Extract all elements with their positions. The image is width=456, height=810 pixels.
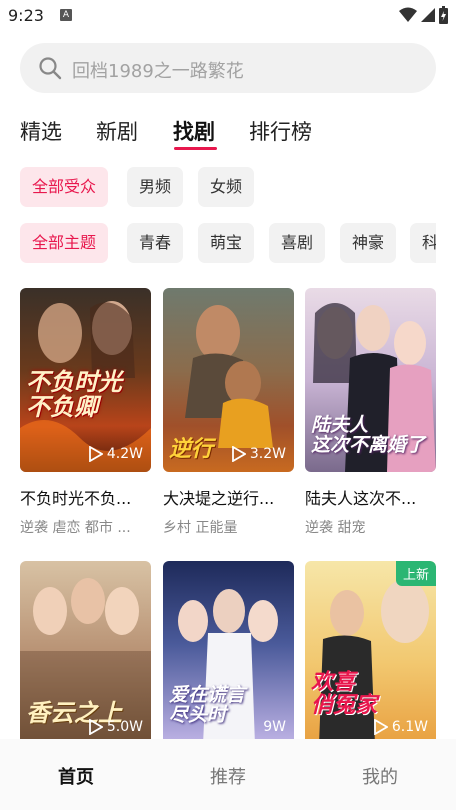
drama-cover: 陆夫人 这次不离婚了 xyxy=(305,288,436,472)
tab-browse[interactable]: 找剧 xyxy=(173,116,215,146)
drama-tags: 乡村 正能量 xyxy=(163,520,238,536)
view-count-value: 3.2W xyxy=(249,446,286,462)
drama-cover: 上新 欢喜 俏冤家 6.1W xyxy=(305,561,436,745)
filter-cute-baby[interactable]: 萌宝 xyxy=(198,223,255,263)
play-icon xyxy=(373,719,388,735)
audience-filter-row: 全部受众 男频 女频 xyxy=(20,167,436,207)
drama-tags: 逆袭 虐恋 都市 ... xyxy=(20,520,131,536)
cover-title-art: 不负时光 不负卿 xyxy=(26,368,122,422)
active-tab-indicator xyxy=(174,147,217,150)
nav-recommend[interactable]: 推荐 xyxy=(188,763,268,789)
view-count: 9W xyxy=(263,719,286,735)
status-time: 9:23 xyxy=(8,6,44,25)
cover-title-art: 欢喜 俏冤家 xyxy=(311,670,378,719)
filter-male[interactable]: 男频 xyxy=(127,167,184,207)
search-bar[interactable]: 回档1989之一路繁花 xyxy=(20,43,436,93)
tab-ranking[interactable]: 排行榜 xyxy=(249,116,312,146)
view-count-value: 4.2W xyxy=(106,446,143,462)
cover-title-art: 爱在谎言 尽头时 xyxy=(169,684,246,726)
drama-title: 大决堤之逆行... xyxy=(163,489,275,508)
play-icon xyxy=(231,446,246,462)
drama-cover: 爱在谎言 尽头时 9W xyxy=(163,561,294,745)
search-placeholder: 回档1989之一路繁花 xyxy=(72,61,244,82)
filter-youth[interactable]: 青春 xyxy=(127,223,184,263)
drama-title: 陆夫人这次不... xyxy=(305,489,417,508)
filter-tycoon[interactable]: 神豪 xyxy=(340,223,397,263)
drama-cover: 香云之上 5.0W xyxy=(20,561,151,745)
filter-all-audience[interactable]: 全部受众 xyxy=(20,167,109,207)
theme-filter-row: 全部主题 青春 萌宝 喜剧 神豪 科 xyxy=(20,223,436,263)
bottom-nav: 首页 推荐 我的 xyxy=(0,739,456,810)
view-count: 3.2W xyxy=(231,446,286,462)
wifi-icon xyxy=(399,7,417,22)
new-badge: 上新 xyxy=(395,561,436,586)
drama-cover: 逆行 3.2W xyxy=(163,288,294,472)
status-bar: 9:23 A xyxy=(0,0,456,32)
play-icon xyxy=(88,446,103,462)
nav-home[interactable]: 首页 xyxy=(36,763,116,789)
search-icon xyxy=(39,57,62,80)
view-count-value: 9W xyxy=(263,719,286,735)
filter-sci[interactable]: 科 xyxy=(410,223,436,263)
nav-mine[interactable]: 我的 xyxy=(340,763,420,789)
cover-title-art: 陆夫人 这次不离婚了 xyxy=(311,414,426,456)
battery-icon xyxy=(439,6,448,24)
view-count: 4.2W xyxy=(88,446,143,462)
view-count: 5.0W xyxy=(88,719,143,735)
tab-new[interactable]: 新剧 xyxy=(96,116,138,146)
drama-cover: 不负时光 不负卿 4.2W xyxy=(20,288,151,472)
notification-icon: A xyxy=(60,9,72,21)
drama-tags: 逆袭 甜宠 xyxy=(305,520,366,536)
signal-icon xyxy=(421,8,435,22)
view-count-value: 6.1W xyxy=(391,719,428,735)
cover-title-art: 逆行 xyxy=(169,437,214,462)
view-count: 6.1W xyxy=(373,719,428,735)
filter-comedy[interactable]: 喜剧 xyxy=(269,223,326,263)
filter-female[interactable]: 女频 xyxy=(198,167,255,207)
drama-title: 不负时光不负... xyxy=(20,489,132,508)
tab-featured[interactable]: 精选 xyxy=(20,116,62,146)
filter-all-themes[interactable]: 全部主题 xyxy=(20,223,109,263)
play-icon xyxy=(88,719,103,735)
view-count-value: 5.0W xyxy=(106,719,143,735)
